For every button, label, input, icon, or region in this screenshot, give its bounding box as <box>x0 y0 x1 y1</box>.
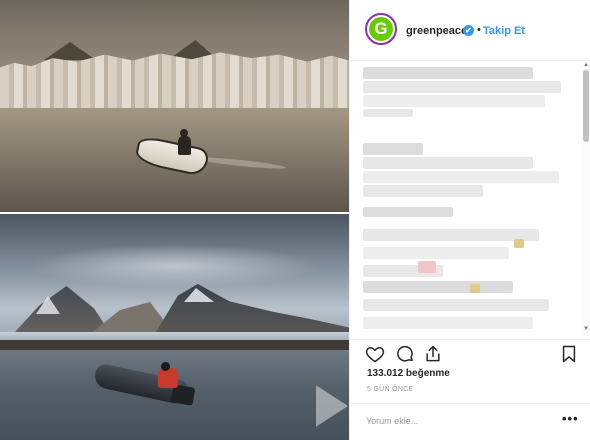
post-image[interactable] <box>0 0 349 440</box>
post-timestamp[interactable]: 5 GÜN ÖNCE <box>367 386 414 393</box>
modern-mountain-photo <box>0 214 349 440</box>
comment-composer: ••• <box>350 403 590 440</box>
scroll-up-arrow-icon[interactable]: ▲ <box>583 62 589 68</box>
mountain-peak <box>44 42 96 60</box>
person-head <box>161 362 170 371</box>
bookmark-icon[interactable] <box>559 344 579 364</box>
greenpeace-logo: G <box>369 17 393 41</box>
avatar[interactable]: G <box>365 13 397 45</box>
rower-figure <box>178 136 191 155</box>
post-header: G greenpeace ✔ • Takip Et <box>350 0 590 61</box>
cloud-bank <box>30 244 320 288</box>
verified-badge-icon: ✔ <box>463 25 474 36</box>
glacier-wall <box>0 52 349 108</box>
comments-list-pixelated[interactable] <box>350 61 590 339</box>
shoreline <box>0 340 349 350</box>
post-sidebar: G greenpeace ✔ • Takip Et ▲ ▼ 133.012 be… <box>349 0 590 440</box>
username-link[interactable]: greenpeace <box>406 25 467 37</box>
comment-bubble-icon[interactable] <box>395 344 415 364</box>
post-actions <box>350 339 590 369</box>
heart-icon[interactable] <box>365 344 385 364</box>
more-options-icon[interactable]: ••• <box>562 411 579 426</box>
scrollbar-thumb[interactable] <box>583 70 589 142</box>
person-red-jacket <box>158 368 178 388</box>
scroll-down-arrow-icon[interactable]: ▼ <box>583 326 589 332</box>
follow-button[interactable]: Takip Et <box>483 25 525 37</box>
comment-input[interactable] <box>366 412 546 430</box>
like-count[interactable]: 133.012 beğenme <box>367 368 450 379</box>
rower-head <box>180 129 188 137</box>
separator-dot: • <box>477 24 481 36</box>
historic-glacier-photo <box>0 0 349 212</box>
share-icon[interactable] <box>423 344 443 364</box>
